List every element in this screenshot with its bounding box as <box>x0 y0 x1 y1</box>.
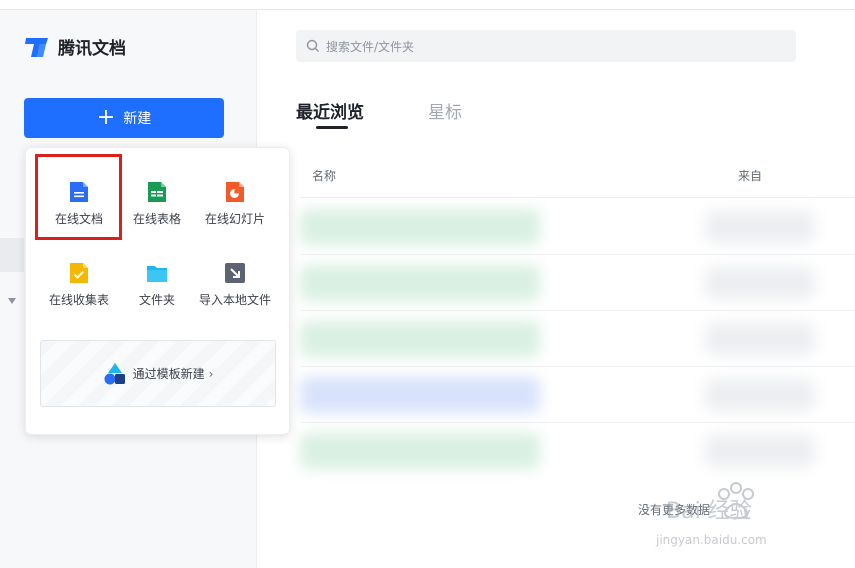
menu-item-online-doc[interactable]: 在线文档 <box>39 180 119 240</box>
tab-starred[interactable]: 星标 <box>428 98 462 123</box>
menu-item-label: 在线幻灯片 <box>204 212 265 226</box>
blurred-file-name <box>300 433 540 469</box>
template-link-label: 通过模板新建 <box>132 367 205 381</box>
menu-item-folder[interactable]: 文件夹 <box>117 261 197 321</box>
logo[interactable]: 腾讯文档 <box>24 34 126 59</box>
menu-item-label: 导入本地文件 <box>198 293 271 307</box>
caret-down-icon[interactable] <box>8 298 16 304</box>
blurred-source <box>705 435 815 467</box>
menu-item-label: 文件夹 <box>138 293 175 307</box>
header-divider <box>300 197 855 198</box>
plus-icon: + <box>96 105 116 130</box>
blurred-source <box>705 379 815 411</box>
new-button-label: 新建 <box>123 111 152 127</box>
table-row[interactable] <box>300 423 855 479</box>
active-tab-indicator <box>316 126 348 129</box>
tencent-docs-logo-icon <box>25 37 48 57</box>
blurred-file-name <box>300 209 540 245</box>
search-icon <box>306 39 319 52</box>
form-icon <box>70 263 88 283</box>
top-bar <box>0 0 855 10</box>
sidebar-item-selected[interactable] <box>0 238 24 272</box>
search-input[interactable]: 搜索文件/文件夹 <box>296 30 796 62</box>
new-button[interactable]: + 新建 <box>24 98 224 138</box>
menu-item-label: 在线文档 <box>54 212 103 226</box>
column-header-from[interactable]: 来自 <box>738 167 762 184</box>
new-from-template-button[interactable]: 通过模板新建 › <box>40 340 276 407</box>
slides-icon <box>226 182 244 202</box>
folder-icon <box>147 266 167 282</box>
menu-item-label: 在线表格 <box>132 212 181 226</box>
tab-recent[interactable]: 最近浏览 <box>296 98 364 123</box>
blurred-source <box>705 267 815 299</box>
no-more-data-text: 没有更多数据 <box>638 503 711 517</box>
menu-item-online-sheet[interactable]: 在线表格 <box>117 180 197 240</box>
menu-item-online-form[interactable]: 在线收集表 <box>39 261 119 321</box>
menu-item-import-local[interactable]: 导入本地文件 <box>195 261 275 321</box>
import-icon <box>225 263 245 283</box>
blurred-source <box>705 323 815 355</box>
menu-item-label: 在线收集表 <box>48 293 109 307</box>
blurred-file-name <box>300 265 540 301</box>
doc-icon <box>70 182 88 202</box>
table-row[interactable] <box>300 255 855 311</box>
app-name: 腾讯文档 <box>58 39 126 59</box>
menu-item-online-slides[interactable]: 在线幻灯片 <box>195 180 275 240</box>
table-row[interactable] <box>300 311 855 367</box>
search-placeholder: 搜索文件/文件夹 <box>326 39 415 54</box>
blurred-file-name <box>300 321 540 357</box>
chevron-right-icon: › <box>208 366 214 381</box>
column-header-name[interactable]: 名称 <box>312 167 336 184</box>
blurred-source <box>705 211 815 243</box>
table-row[interactable] <box>300 367 855 423</box>
sheet-icon <box>148 182 166 202</box>
table-row[interactable] <box>300 199 855 255</box>
new-menu: 在线文档 在线表格 在线幻灯片 在线收集表 文件夹 导入本地文件 通过模板新建 … <box>25 147 290 435</box>
watermark-url: jingyan.baidu.com <box>655 533 767 547</box>
template-shapes-icon <box>104 362 125 384</box>
blurred-file-name <box>300 377 540 413</box>
